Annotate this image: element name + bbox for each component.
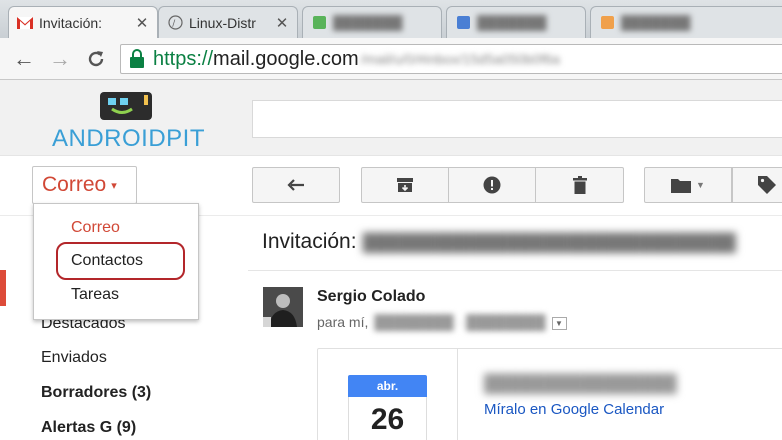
contacts-highlight-annotation xyxy=(56,242,185,280)
tab-linux-distro[interactable]: / Linux-Distr ✕ xyxy=(158,6,298,38)
androidpit-robot-icon xyxy=(100,92,152,120)
sender-name[interactable]: Sergio Colado xyxy=(317,288,425,306)
report-spam-button[interactable] xyxy=(448,167,536,203)
trash-icon xyxy=(572,176,587,194)
back-arrow-icon xyxy=(287,179,304,191)
chevron-down-icon: ▾ xyxy=(111,179,117,192)
brand-name: ANDROIDPIT xyxy=(52,125,206,152)
gmail-header: ANDROIDPIT xyxy=(0,80,782,156)
email-subject: Invitación: █████████████████████████████… xyxy=(262,230,736,254)
androidpit-logo[interactable]: ANDROIDPIT xyxy=(52,92,212,152)
label-tag-icon xyxy=(758,176,776,194)
sidebar-item-drafts[interactable]: Borradores (3) xyxy=(41,384,151,402)
orange-icon xyxy=(599,15,615,31)
back-arrow-icon[interactable]: ← xyxy=(12,47,36,71)
tab-gmail[interactable]: Invitación: ✕ xyxy=(8,6,158,38)
menu-item-tasks[interactable]: Tareas xyxy=(71,286,119,304)
menu-item-mail[interactable]: Correo xyxy=(71,219,120,237)
address-bar[interactable]: https://mail.google.com/mail/u/0/#inbox/… xyxy=(120,44,782,74)
tab-title: Invitación: xyxy=(39,14,103,31)
archive-icon xyxy=(397,178,413,192)
browser-toolbar: ← → https://mail.google.com/mail/u/0/#in… xyxy=(0,38,782,80)
lock-icon xyxy=(129,49,147,69)
url-host: mail.google.com xyxy=(213,47,359,70)
recipient-redacted: ████████ · ████████ xyxy=(374,314,546,330)
subject-prefix: Invitación: xyxy=(262,230,357,253)
labels-button[interactable] xyxy=(732,167,782,203)
tab-title: Linux-Distr xyxy=(189,14,256,31)
details-dropdown-icon[interactable]: ▼ xyxy=(551,316,567,330)
app-switcher-button[interactable]: Correo ▾ xyxy=(32,166,137,204)
close-icon[interactable]: ✕ xyxy=(275,14,289,32)
calendar-day: 26 xyxy=(348,397,427,440)
search-input[interactable] xyxy=(252,100,782,138)
spam-icon xyxy=(483,176,501,194)
card-divider xyxy=(457,349,458,440)
move-to-button[interactable]: ▼ xyxy=(644,167,732,203)
close-icon[interactable]: ✕ xyxy=(135,14,149,32)
folder-icon xyxy=(671,179,692,193)
chevron-down-icon: ▼ xyxy=(696,180,705,190)
url-path: /mail/u/0/#inbox/15d5a050b0f6a xyxy=(360,51,560,67)
reload-icon[interactable] xyxy=(84,47,108,71)
event-title-redacted: ████████████████ xyxy=(484,374,677,393)
tab-blurred-1[interactable]: ███████ xyxy=(302,6,442,38)
back-to-inbox-button[interactable] xyxy=(252,167,340,203)
calendar-month: abr. xyxy=(348,375,427,397)
inbox-selected-marker xyxy=(0,270,6,306)
delete-button[interactable] xyxy=(535,167,624,203)
app-switcher-label: Correo xyxy=(42,173,107,196)
browser-tabstrip: Invitación: ✕ / Linux-Distr ✕ ███████ ██… xyxy=(0,0,782,38)
archive-button[interactable] xyxy=(361,167,449,203)
sidebar-item-alerts[interactable]: Alertas G (9) xyxy=(41,419,136,437)
sidebar-item-sent[interactable]: Enviados xyxy=(41,349,107,367)
tab-blurred-2[interactable]: ███████ xyxy=(446,6,586,38)
svg-text:/: / xyxy=(172,19,176,29)
tab-blurred-3[interactable]: ███████ xyxy=(590,6,782,38)
blue-icon xyxy=(455,15,471,31)
recipient-label: para mí, xyxy=(317,314,369,330)
green-icon xyxy=(311,15,327,31)
calendar-date-icon: abr. 26 xyxy=(348,375,428,440)
recipient-line: para mí, ████████ · ████████ ▼ xyxy=(317,314,567,330)
forward-arrow-icon[interactable]: → xyxy=(48,47,72,71)
subject-redacted: ███████████████████████████████ xyxy=(362,233,736,252)
gmail-icon xyxy=(17,15,33,31)
sender-avatar[interactable] xyxy=(263,287,303,327)
linux-distro-icon: / xyxy=(167,15,183,31)
url-scheme: https:// xyxy=(153,47,214,70)
divider xyxy=(248,270,782,271)
open-in-calendar-link[interactable]: Míralo en Google Calendar xyxy=(484,401,664,418)
